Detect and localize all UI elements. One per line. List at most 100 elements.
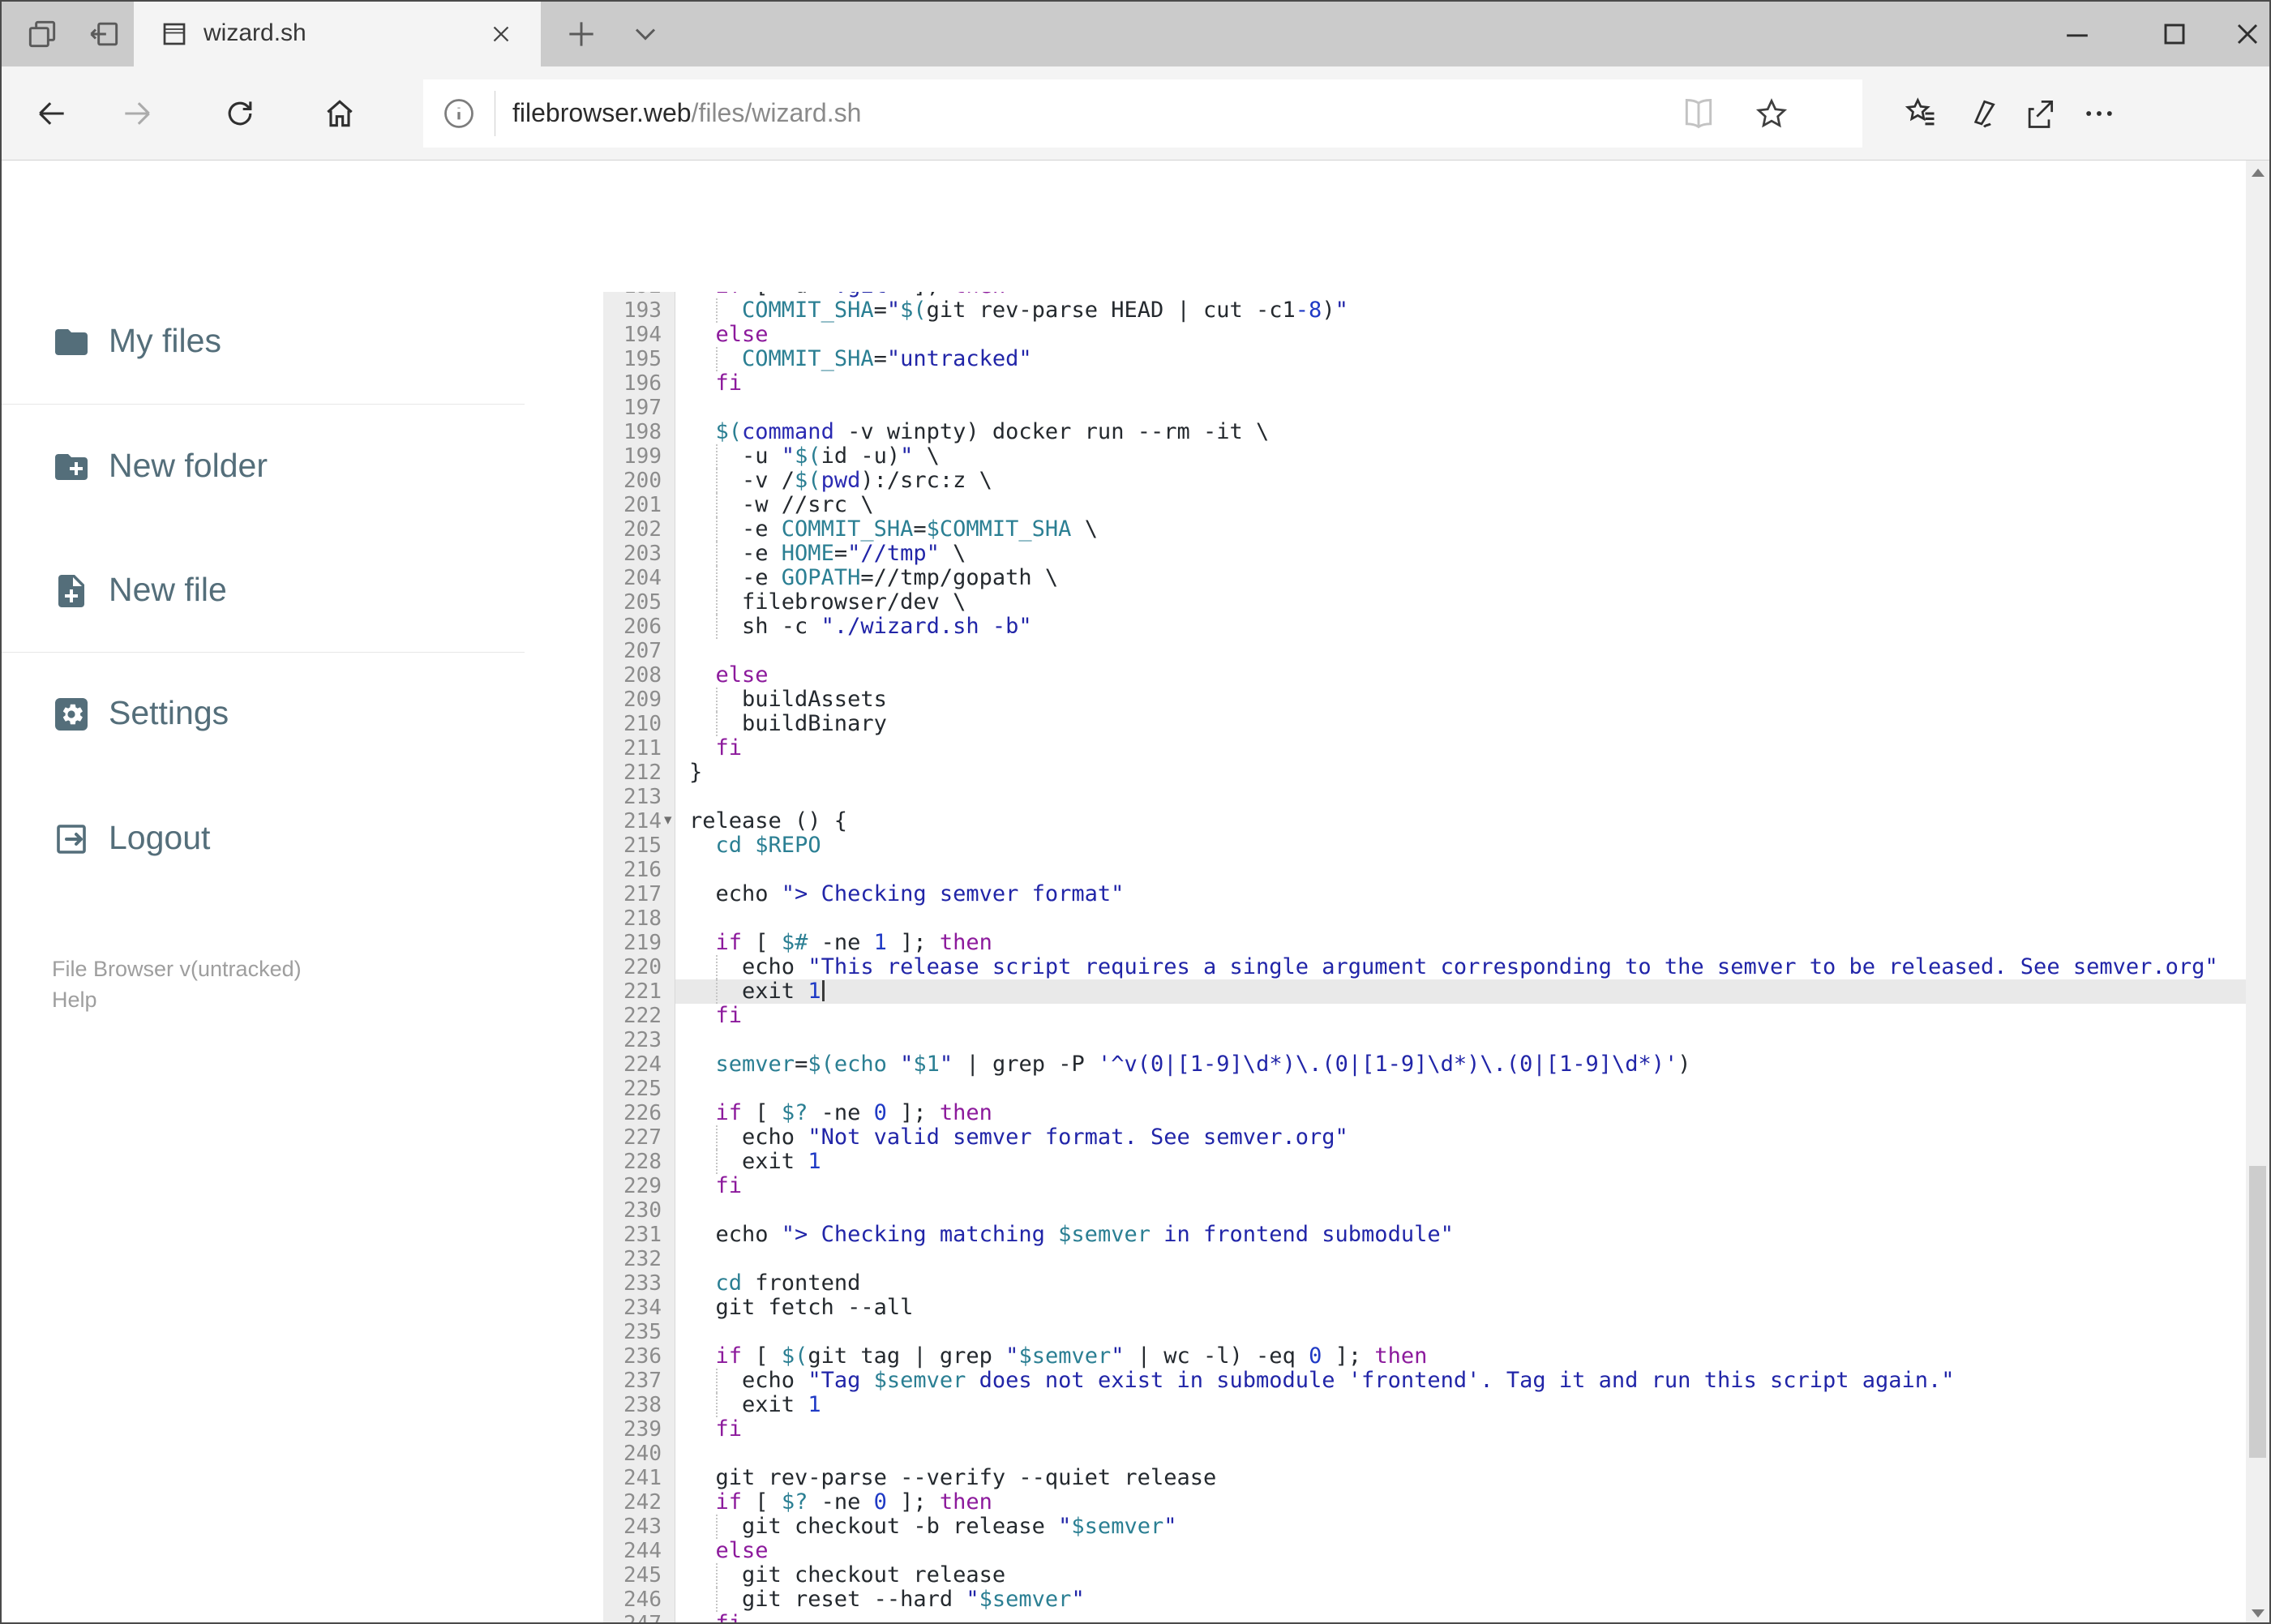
scroll-down-icon[interactable] [2252, 1609, 2265, 1618]
sidebar-item-my-files[interactable]: My files [2, 303, 525, 381]
code-line-240[interactable]: 240 [525, 1442, 2249, 1466]
code-line-194[interactable]: 194 else [525, 323, 2249, 348]
code-line-225[interactable]: 225 [525, 1077, 2249, 1101]
code-line-213[interactable]: 213 [525, 785, 2249, 809]
more-dots-icon[interactable] [2081, 96, 2117, 131]
favorite-star-icon[interactable] [1754, 96, 1789, 131]
refresh-icon[interactable] [222, 96, 258, 131]
code-line-205[interactable]: 205 filebrowser/dev \ [525, 590, 2249, 615]
code-line-221[interactable]: 221 exit 1 [525, 979, 2249, 1004]
code-text[interactable]: cd frontend [689, 1271, 2249, 1296]
code-text[interactable]: fi [689, 736, 2249, 761]
code-lines[interactable]: 192 if [ -d ".git" ]; then193 COMMIT_SHA… [525, 292, 2249, 1623]
tab-preview-icon[interactable] [24, 16, 60, 52]
web-note-pen-icon[interactable] [1964, 96, 1999, 131]
code-line-238[interactable]: 238 exit 1 [525, 1393, 2249, 1417]
code-line-216[interactable]: 216 [525, 858, 2249, 882]
code-line-208[interactable]: 208 else [525, 663, 2249, 688]
code-text[interactable]: exit 1 [689, 979, 2249, 1004]
code-line-196[interactable]: 196 fi [525, 371, 2249, 396]
url-bar[interactable]: filebrowser.web/files/wizard.sh [423, 79, 1862, 148]
tab-list-chevron-icon[interactable] [628, 16, 663, 52]
code-line-233[interactable]: 233 cd frontend [525, 1271, 2249, 1296]
code-line-209[interactable]: 209 buildAssets [525, 688, 2249, 712]
code-line-227[interactable]: 227 echo "Not valid semver format. See s… [525, 1125, 2249, 1150]
code-text[interactable]: git reset --hard "$semver" [689, 1588, 2249, 1612]
code-line-200[interactable]: 200 -v /$(pwd):/src:z \ [525, 469, 2249, 493]
info-circle-icon[interactable] [441, 96, 477, 131]
help-link[interactable]: Help [52, 988, 97, 1013]
code-line-201[interactable]: 201 -w //src \ [525, 493, 2249, 517]
code-editor[interactable]: 192 if [ -d ".git" ]; then193 COMMIT_SHA… [525, 292, 2249, 1623]
code-line-224[interactable]: 224 semver=$(echo "$1" | grep -P '^v(0|[… [525, 1052, 2249, 1078]
code-text[interactable]: fi [689, 1174, 2249, 1198]
code-line-228[interactable]: 228 exit 1 [525, 1150, 2249, 1174]
code-text[interactable]: if [ $# -ne 1 ]; then [689, 931, 2249, 955]
code-line-218[interactable]: 218 [525, 906, 2249, 931]
code-text[interactable]: if [ $(git tag | grep "$semver" | wc -l)… [689, 1344, 2249, 1369]
code-text[interactable]: else [689, 323, 2249, 347]
code-text[interactable]: -e COMMIT_SHA=$COMMIT_SHA \ [689, 517, 2249, 542]
code-line-212[interactable]: 212} [525, 761, 2249, 786]
share-icon[interactable] [2022, 96, 2058, 131]
code-line-219[interactable]: 219 if [ $# -ne 1 ]; then [525, 931, 2249, 956]
code-text[interactable]: buildBinary [689, 712, 2249, 736]
new-tab-icon[interactable] [563, 16, 599, 52]
code-text[interactable]: exit 1 [689, 1150, 2249, 1174]
code-line-197[interactable]: 197 [525, 396, 2249, 420]
code-line-243[interactable]: 243 git checkout -b release "$semver" [525, 1515, 2249, 1539]
code-text[interactable]: sh -c "./wizard.sh -b" [689, 615, 2249, 639]
code-line-247[interactable]: 247 fi [525, 1612, 2249, 1623]
code-text[interactable]: echo "Tag $semver does not exist in subm… [689, 1369, 2249, 1393]
code-line-245[interactable]: 245 git checkout release [525, 1563, 2249, 1588]
code-line-202[interactable]: 202 -e COMMIT_SHA=$COMMIT_SHA \ [525, 517, 2249, 542]
code-line-199[interactable]: 199 -u "$(id -u)" \ [525, 444, 2249, 469]
code-line-214[interactable]: 214 ▾ release () { [525, 809, 2249, 834]
code-text[interactable]: if [ $? -ne 0 ]; then [689, 1490, 2249, 1515]
code-text[interactable]: else [689, 1539, 2249, 1563]
code-line-223[interactable]: 223 [525, 1028, 2249, 1052]
scrollbar-thumb[interactable] [2249, 1166, 2266, 1458]
code-line-241[interactable]: 241 git rev-parse --verify --quiet relea… [525, 1466, 2249, 1491]
sidebar-item-logout[interactable]: Logout [2, 800, 525, 878]
code-line-237[interactable]: 237 echo "Tag $semver does not exist in … [525, 1369, 2249, 1393]
code-text[interactable]: echo "This release script requires a sin… [689, 955, 2249, 979]
code-text[interactable]: COMMIT_SHA="$(git rev-parse HEAD | cut -… [689, 298, 2249, 323]
maximize-icon[interactable] [2157, 16, 2192, 52]
code-line-217[interactable]: 217 echo "> Checking semver format" [525, 882, 2249, 907]
code-line-236[interactable]: 236 if [ $(git tag | grep "$semver" | wc… [525, 1344, 2249, 1369]
code-text[interactable]: echo "> Checking semver format" [689, 882, 2249, 906]
code-line-244[interactable]: 244 else [525, 1539, 2249, 1564]
close-window-icon[interactable] [2230, 16, 2265, 52]
code-text[interactable]: git fetch --all [689, 1296, 2249, 1320]
code-line-207[interactable]: 207 [525, 639, 2249, 663]
tabs-aside-icon[interactable] [87, 16, 122, 52]
code-line-230[interactable]: 230 [525, 1198, 2249, 1223]
code-line-239[interactable]: 239 fi [525, 1417, 2249, 1442]
code-text[interactable]: COMMIT_SHA="untracked" [689, 347, 2249, 371]
code-line-204[interactable]: 204 -e GOPATH=//tmp/gopath \ [525, 566, 2249, 590]
code-text[interactable]: release () { [689, 809, 2249, 833]
code-line-198[interactable]: 198 $(command -v winpty) docker run --rm… [525, 420, 2249, 445]
code-text[interactable]: if [ $? -ne 0 ]; then [689, 1101, 2249, 1125]
code-line-226[interactable]: 226 if [ $? -ne 0 ]; then [525, 1101, 2249, 1126]
code-text[interactable]: semver=$(echo "$1" | grep -P '^v(0|[1-9]… [689, 1052, 2249, 1077]
code-text[interactable]: buildAssets [689, 688, 2249, 712]
code-line-242[interactable]: 242 if [ $? -ne 0 ]; then [525, 1490, 2249, 1515]
code-line-231[interactable]: 231 echo "> Checking matching $semver in… [525, 1223, 2249, 1248]
code-line-222[interactable]: 222 fi [525, 1004, 2249, 1029]
code-line-206[interactable]: 206 sh -c "./wizard.sh -b" [525, 615, 2249, 639]
code-line-203[interactable]: 203 -e HOME="//tmp" \ [525, 542, 2249, 566]
code-text[interactable]: fi [689, 1612, 2249, 1623]
code-text[interactable]: echo "> Checking matching $semver in fro… [689, 1223, 2249, 1247]
minimize-icon[interactable] [2059, 16, 2095, 52]
code-text[interactable]: git rev-parse --verify --quiet release [689, 1466, 2249, 1490]
code-text[interactable]: -w //src \ [689, 493, 2249, 517]
browser-tab[interactable]: wizard.sh [134, 2, 541, 66]
code-text[interactable]: -e HOME="//tmp" \ [689, 542, 2249, 566]
code-line-232[interactable]: 232 [525, 1247, 2249, 1271]
scroll-up-icon[interactable] [2252, 169, 2265, 177]
close-tab-icon[interactable] [487, 20, 515, 48]
sidebar-item-new-folder[interactable]: New folder [2, 428, 525, 506]
code-text[interactable]: echo "Not valid semver format. See semve… [689, 1125, 2249, 1150]
